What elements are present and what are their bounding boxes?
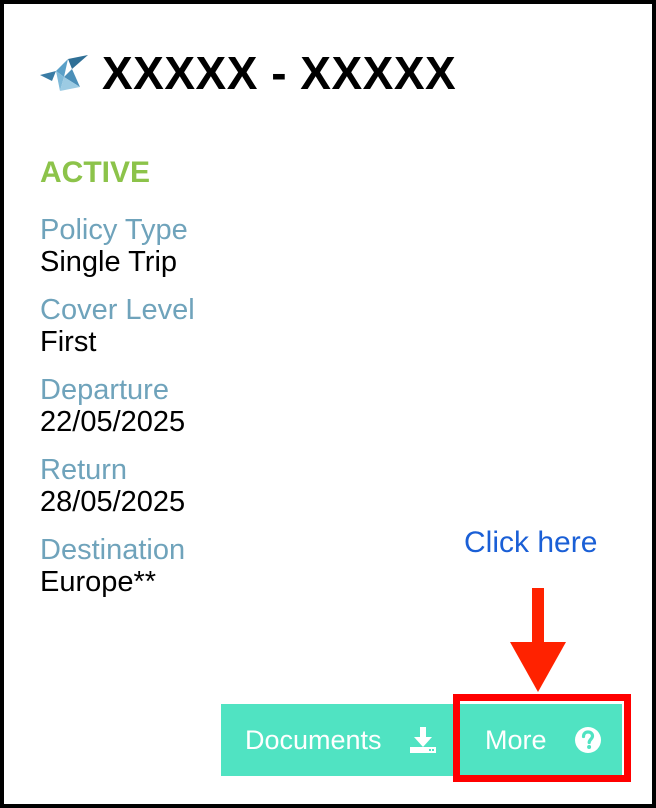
question-circle-icon xyxy=(574,727,601,753)
documents-button-label: Documents xyxy=(245,724,382,755)
documents-button[interactable]: Documents xyxy=(221,704,453,776)
field-label: Destination xyxy=(40,534,186,566)
field-value: First xyxy=(40,326,97,358)
field-label: Policy Type xyxy=(40,214,188,246)
field-label: Departure xyxy=(40,374,169,406)
policy-title: XXXXX - XXXXX xyxy=(102,47,457,99)
policy-details: Policy Type Single Trip Cover Level Firs… xyxy=(40,214,195,614)
field-value: Europe** xyxy=(40,566,157,598)
download-icon xyxy=(409,727,436,753)
field-policy-type: Policy Type Single Trip xyxy=(40,214,195,294)
click-here-annotation: Click here xyxy=(464,526,598,559)
status-badge: ACTIVE xyxy=(40,156,151,189)
more-button-label: More xyxy=(485,724,547,755)
field-cover-level: Cover Level First xyxy=(40,294,195,374)
field-return: Return 28/05/2025 xyxy=(40,454,195,534)
field-value: 22/05/2025 xyxy=(40,406,186,438)
more-button[interactable]: More xyxy=(458,704,622,776)
field-label: Return xyxy=(40,454,128,486)
field-value: 28/05/2025 xyxy=(40,486,186,518)
field-departure: Departure 22/05/2025 xyxy=(40,374,195,454)
field-value: Single Trip xyxy=(40,246,178,278)
origami-bird-icon xyxy=(40,55,88,91)
policy-header: XXXXX - XXXXX xyxy=(38,46,456,100)
field-destination: Destination Europe** xyxy=(40,534,195,614)
field-label: Cover Level xyxy=(40,294,195,326)
arrow-down-icon xyxy=(510,588,566,692)
policy-card: XXXXX - XXXXX ACTIVE Policy Type Single … xyxy=(0,0,656,808)
